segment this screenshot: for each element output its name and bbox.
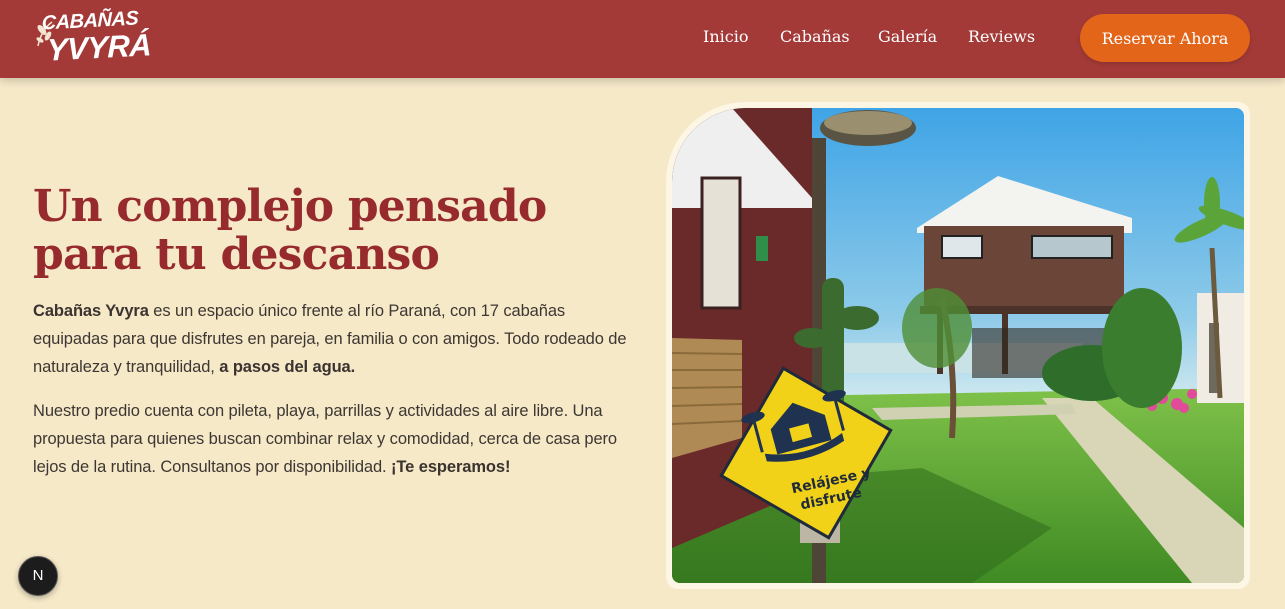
hero-image: Relájese y disfrute [672,108,1244,583]
nextjs-dev-badge[interactable]: N [18,556,58,596]
hero-paragraph-1: Cabañas Yvyra es un espacio único frente… [33,297,633,381]
cabin-photo-illustration: Relájese y disfrute [672,108,1244,583]
paragraph-1-emphasis: a pasos del agua. [219,358,356,376]
paragraph-2-emphasis: ¡Te esperamos! [391,458,511,476]
reserve-now-button[interactable]: Reservar Ahora [1080,14,1250,62]
paragraph-2-text: Nuestro predio cuenta con pileta, playa,… [33,402,617,476]
nextjs-logo-icon: N [32,567,44,584]
hero-title: Un complejo pensado para tu descanso [33,181,547,280]
brand-name-strong: Cabañas Yvyra [33,302,149,320]
hero-paragraph-2: Nuestro predio cuenta con pileta, playa,… [33,397,633,481]
nav-link-inicio[interactable]: Inicio [703,27,748,46]
hero-image-frame: Relájese y disfrute [666,102,1250,589]
nav-link-galeria[interactable]: Galería [878,27,937,46]
site-header: CABAÑAS YVYRÁ Inicio Cabañas Galería Rev… [0,0,1285,78]
nav-link-cabanas[interactable]: Cabañas [780,27,850,46]
nav-link-reviews[interactable]: Reviews [968,27,1035,46]
